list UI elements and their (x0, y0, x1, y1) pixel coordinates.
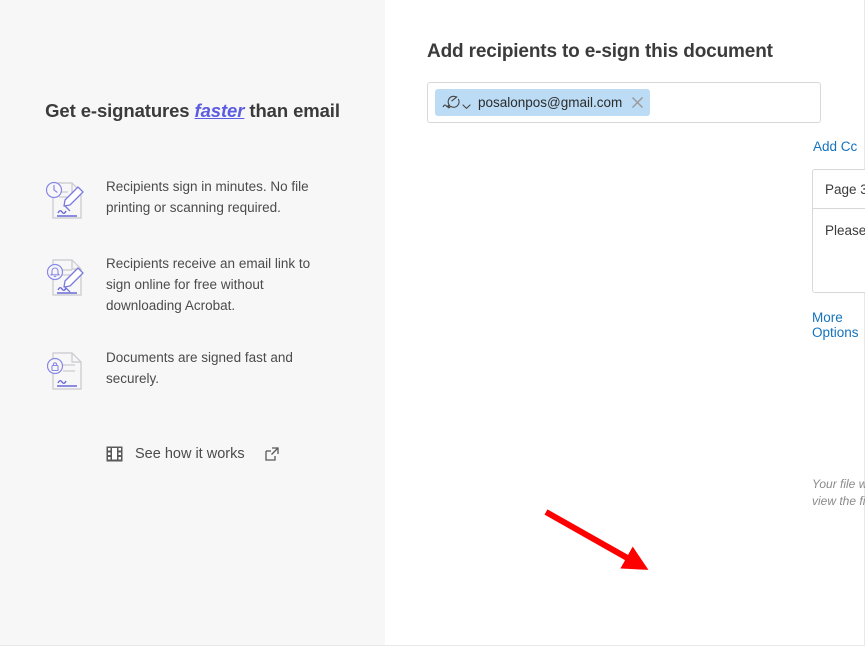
document-clock-signature-icon (44, 174, 90, 222)
more-options-link[interactable]: More Options (812, 310, 864, 340)
subject-input[interactable]: Page 3 (813, 170, 865, 209)
document-bell-signature-icon (44, 251, 90, 299)
external-link-icon[interactable] (264, 447, 279, 461)
feature-item: Recipients receive an email link to sign… (44, 249, 364, 316)
see-how-it-works-label: See how it works (135, 446, 245, 462)
chevron-down-icon[interactable] (462, 98, 471, 109)
see-how-it-works-link[interactable]: See how it works (106, 446, 279, 462)
feature-text: Documents are signed fast and securely. (106, 350, 293, 386)
signature-pen-icon[interactable] (440, 95, 460, 111)
recipients-input[interactable]: posalonpos@gmail.com (427, 82, 821, 123)
document-lock-signature-icon (44, 345, 90, 393)
feature-item: Documents are signed fast and securely. (44, 343, 364, 393)
action-buttons: Cancel Specify where to sign (812, 572, 865, 619)
feature-item: Recipients sign in minutes. No file prin… (44, 172, 364, 222)
esign-dialog: Get e-signatures faster than email Recip… (0, 0, 865, 646)
faster-link[interactable]: faster (195, 100, 245, 121)
recipient-email: posalonpos@gmail.com (478, 95, 623, 110)
promo-headline-part2: than email (244, 100, 340, 121)
promo-headline: Get e-signatures faster than email (0, 100, 385, 122)
feature-text: Recipients receive an email link to sign… (106, 256, 311, 313)
recipient-chip[interactable]: posalonpos@gmail.com (435, 89, 651, 116)
feature-text: Recipients sign in minutes. No file prin… (106, 179, 309, 215)
feature-list: Recipients sign in minutes. No file prin… (44, 172, 364, 420)
upload-disclaimer: Your file will be uploaded for e-signing… (812, 477, 865, 508)
promo-headline-part1: Get e-signatures (45, 100, 195, 121)
close-icon[interactable] (631, 96, 644, 109)
message-card: Page 3 Please review and sign this docum… (812, 169, 865, 293)
message-body-input[interactable]: Please review and sign this document. (813, 209, 865, 292)
film-strip-icon (106, 446, 123, 462)
page-title: Add recipients to e-sign this document (427, 41, 773, 62)
promo-panel: Get e-signatures faster than email Recip… (0, 0, 385, 645)
add-cc-link[interactable]: Add Cc (813, 139, 857, 154)
recipients-panel: Add recipients to e-sign this document p… (385, 0, 865, 645)
